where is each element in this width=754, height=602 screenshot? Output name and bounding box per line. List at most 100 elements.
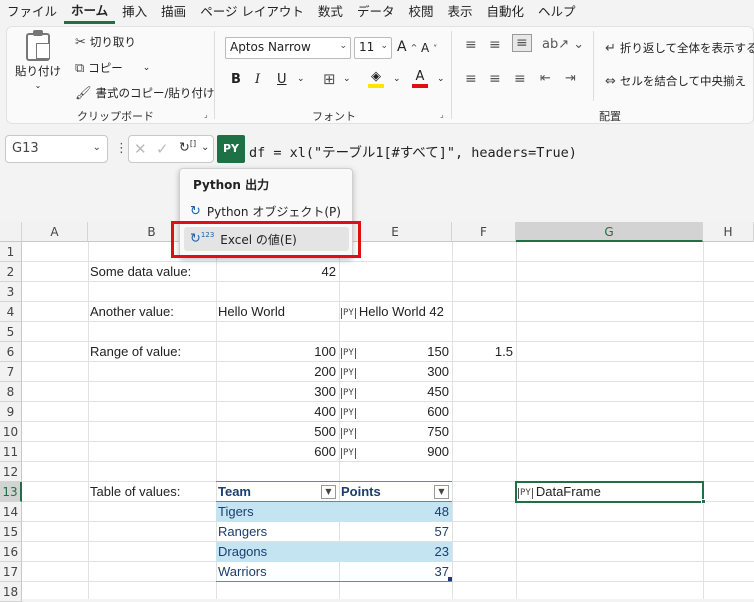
python-output-icon[interactable]: ↻[]: [179, 139, 196, 155]
menu-insert[interactable]: 挿入: [115, 0, 154, 24]
fill-handle[interactable]: [701, 499, 706, 504]
borders-icon[interactable]: ⊞: [323, 70, 336, 88]
chevron-down-icon[interactable]: ⌄: [297, 74, 305, 84]
table-cell-points[interactable]: 57: [341, 522, 449, 542]
row-header[interactable]: 9: [0, 402, 22, 422]
table-resize-handle[interactable]: [448, 577, 452, 581]
column-header-g[interactable]: G: [516, 222, 703, 242]
row-header[interactable]: 14: [0, 502, 22, 522]
formula-input[interactable]: df = xl("テーブル1[#すべて]", headers=True): [249, 141, 577, 161]
row-header[interactable]: 7: [0, 362, 22, 382]
cell-d2[interactable]: 42: [216, 262, 336, 282]
bold-button[interactable]: B: [231, 72, 241, 87]
range-left-cell[interactable]: 200: [216, 362, 336, 382]
align-bottom-icon[interactable]: ≡: [512, 34, 532, 52]
table-cell-points[interactable]: 48: [341, 502, 449, 522]
check-icon[interactable]: ✓: [156, 140, 169, 158]
format-painter-button[interactable]: 🖌 書式のコピー/貼り付け: [75, 85, 214, 101]
align-middle-icon[interactable]: ≡: [489, 37, 501, 53]
align-right-icon[interactable]: ≡: [514, 71, 526, 87]
row-header[interactable]: 18: [0, 582, 22, 602]
cell-b2[interactable]: Some data value:: [90, 262, 191, 282]
row-header[interactable]: 10: [0, 422, 22, 442]
row-header[interactable]: 8: [0, 382, 22, 402]
merge-center-button[interactable]: ⇔ セルを結合して中央揃え: [605, 73, 746, 89]
row-header[interactable]: 3: [0, 282, 22, 302]
range-right-cell[interactable]: PY 450: [341, 382, 449, 402]
increase-font-icon[interactable]: A ^: [397, 39, 417, 55]
column-header-f[interactable]: F: [452, 222, 516, 242]
cell-c4[interactable]: Hello World: [218, 302, 285, 322]
copy-button[interactable]: ⧉ コピー ⌄: [75, 60, 150, 76]
dialog-launcher-icon[interactable]: ⌟: [204, 110, 208, 119]
font-size-select[interactable]: 11 ⌄: [354, 37, 392, 59]
chevron-down-icon[interactable]: ⌄: [343, 74, 351, 84]
menu-automate[interactable]: 自動化: [479, 0, 531, 24]
table-cell-team[interactable]: Rangers: [218, 522, 267, 542]
menu-draw[interactable]: 描画: [154, 0, 193, 24]
cell-b6[interactable]: Range of value:: [90, 342, 181, 362]
chevron-down-icon[interactable]: ⌄: [437, 74, 445, 84]
python-object-menu-item[interactable]: ↻ Python オブジェクト(P): [184, 199, 349, 223]
table-cell-points[interactable]: 37: [341, 562, 449, 582]
column-header-h[interactable]: H: [703, 222, 754, 242]
cut-button[interactable]: ✂ 切り取り: [75, 34, 136, 50]
row-header[interactable]: 16: [0, 542, 22, 562]
row-header[interactable]: 1: [0, 242, 22, 262]
range-left-cell[interactable]: 400: [216, 402, 336, 422]
range-right-cell[interactable]: PY 600: [341, 402, 449, 422]
range-left-cell[interactable]: 600: [216, 442, 336, 462]
filter-dropdown-icon[interactable]: ▼: [321, 485, 336, 499]
row-header[interactable]: 4: [0, 302, 22, 322]
menu-formulas[interactable]: 数式: [311, 0, 350, 24]
increase-indent-icon[interactable]: ⇥: [565, 71, 576, 86]
range-right-cell[interactable]: PY 150: [341, 342, 449, 362]
align-center-icon[interactable]: ≡: [489, 71, 501, 87]
range-left-cell[interactable]: 300: [216, 382, 336, 402]
column-header-a[interactable]: A: [22, 222, 88, 242]
menu-home[interactable]: ホーム: [64, 0, 116, 24]
row-header[interactable]: 2: [0, 262, 22, 282]
chevron-down-icon[interactable]: ⌄: [201, 142, 209, 153]
chevron-down-icon[interactable]: ⌄: [393, 74, 401, 84]
align-left-icon[interactable]: ≡: [465, 71, 477, 87]
italic-button[interactable]: I: [255, 72, 260, 87]
menu-help[interactable]: ヘルプ: [531, 0, 583, 24]
table-header-points[interactable]: Points: [341, 482, 381, 502]
font-name-select[interactable]: Aptos Narrow ⌄: [225, 37, 351, 59]
row-header[interactable]: 12: [0, 462, 22, 482]
row-header[interactable]: 6: [0, 342, 22, 362]
menu-file[interactable]: ファイル: [0, 0, 64, 24]
range-left-cell[interactable]: 100: [216, 342, 336, 362]
cell-g13[interactable]: PY DataFrame: [518, 482, 601, 502]
filter-dropdown-icon[interactable]: ▼: [434, 485, 449, 499]
range-right-cell[interactable]: PY 300: [341, 362, 449, 382]
cancel-icon[interactable]: ✕: [134, 140, 147, 158]
menu-view[interactable]: 表示: [440, 0, 479, 24]
row-header[interactable]: 5: [0, 322, 22, 342]
cell-b13[interactable]: Table of values:: [90, 482, 180, 502]
decrease-font-icon[interactable]: A ˅: [421, 41, 437, 55]
orientation-icon[interactable]: ab↗ ⌄: [542, 37, 584, 52]
row-header[interactable]: 15: [0, 522, 22, 542]
cell-f6[interactable]: 1.5: [452, 342, 513, 362]
font-color-icon[interactable]: A: [412, 69, 428, 88]
row-header[interactable]: 13: [0, 482, 22, 502]
more-options-icon[interactable]: ⋮: [115, 141, 128, 156]
select-all-corner[interactable]: [0, 222, 22, 242]
table-cell-points[interactable]: 23: [341, 542, 449, 562]
table-cell-team[interactable]: Tigers: [218, 502, 254, 522]
decrease-indent-icon[interactable]: ⇤: [540, 71, 551, 86]
menu-page-layout[interactable]: ページ レイアウト: [193, 0, 311, 24]
range-right-cell[interactable]: PY 900: [341, 442, 449, 462]
fill-color-icon[interactable]: ◈: [368, 69, 384, 88]
cell-b4[interactable]: Another value:: [90, 302, 174, 322]
table-cell-team[interactable]: Warriors: [218, 562, 267, 582]
range-right-cell[interactable]: PY 750: [341, 422, 449, 442]
dialog-launcher-icon[interactable]: ⌟: [440, 110, 444, 119]
name-box[interactable]: G13 ⌄: [5, 135, 108, 163]
row-header[interactable]: 17: [0, 562, 22, 582]
row-header[interactable]: 11: [0, 442, 22, 462]
wrap-text-button[interactable]: ↵ 折り返して全体を表示する: [605, 40, 754, 56]
underline-button[interactable]: U: [277, 72, 287, 87]
